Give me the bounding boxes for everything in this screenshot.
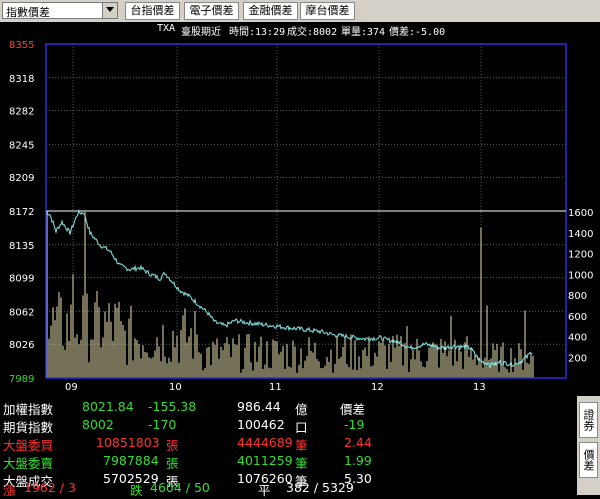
quote-info-line: TXA 臺股期近 時間:13:29 成交:8002 單量:374 價差:-5.0… bbox=[0, 22, 600, 38]
time-tick-label: 13 bbox=[473, 382, 486, 393]
price-tick-label: 8318 bbox=[9, 74, 34, 85]
volume-bars bbox=[46, 212, 534, 378]
down-value: 4604 / 50 bbox=[150, 480, 210, 495]
chevron-down-icon[interactable] bbox=[102, 3, 117, 18]
price-tick-label: 7989 bbox=[9, 374, 34, 385]
row-value: 7987884 bbox=[103, 453, 159, 468]
advance-decline-row: 漲 1962 / 3 跌 4604 / 50 平 382 / 5329 bbox=[0, 480, 575, 498]
bid-row: 大盤委買 10851803 張 4444689 筆 2.44 bbox=[0, 435, 575, 453]
row-change: -170 bbox=[148, 417, 177, 432]
down-label: 跌 bbox=[130, 483, 143, 498]
price-tick-label: 8282 bbox=[9, 107, 34, 118]
time-tick-label: 11 bbox=[269, 382, 282, 393]
row-unit: 筆 bbox=[295, 438, 308, 453]
row-value: 10851803 bbox=[96, 435, 160, 450]
taiex-spread-button[interactable]: 台指價差 bbox=[125, 2, 180, 20]
row-change: -155.38 bbox=[148, 399, 197, 414]
volume-tick-label: 800 bbox=[568, 291, 587, 302]
dropdown-value: 指數價差 bbox=[6, 6, 50, 19]
time-tick-label: 09 bbox=[65, 382, 78, 393]
volume-tick-label: 1200 bbox=[568, 250, 593, 261]
row-amount: 986.44 bbox=[237, 399, 281, 414]
price-tick-label: 8062 bbox=[9, 307, 34, 318]
volume-tick-label: 1000 bbox=[568, 270, 593, 281]
price-tick-label: 8026 bbox=[9, 340, 34, 351]
volume-tick-label: 1400 bbox=[568, 229, 593, 240]
intraday-chart: 8355 8318 8282 8245 8209 8172 8135 8099 8062 8026… bbox=[9, 40, 593, 393]
time-tick-label: 12 bbox=[371, 382, 384, 393]
flat-value: 382 / 5329 bbox=[286, 480, 354, 495]
right-tab-strip: 證券 價差 bbox=[577, 396, 600, 495]
row-label: 大盤委賣 bbox=[3, 456, 54, 471]
row-ratio: 1.99 bbox=[344, 453, 372, 468]
price-tick-label: 8172 bbox=[9, 207, 34, 218]
row-unit: 張 bbox=[166, 438, 179, 453]
time-tick-label: 10 bbox=[169, 382, 182, 393]
futures-row: 期貨指數 8002 -170 100462 口 -19 bbox=[0, 417, 575, 435]
finance-spread-button[interactable]: 金融價差 bbox=[243, 2, 298, 20]
row-unit: 張 bbox=[166, 456, 179, 471]
row-label: 大盤委買 bbox=[3, 438, 54, 453]
tab-spread[interactable]: 價差 bbox=[579, 442, 598, 478]
volume-tick-label: 400 bbox=[568, 333, 587, 344]
volume-tick-label: 200 bbox=[568, 353, 587, 364]
electronics-spread-button[interactable]: 電子價差 bbox=[184, 2, 239, 20]
row-value: 8002 bbox=[82, 417, 114, 432]
up-value: 1962 / 3 bbox=[24, 480, 76, 495]
row-amount: 4444689 bbox=[237, 435, 293, 450]
volume-axis: 1600 1400 1200 1000 800 600 400 200 bbox=[568, 208, 593, 364]
market-summary-panel: 加權指數 8021.84 -155.38 986.44 億 價差 期貨指數 80… bbox=[0, 396, 575, 498]
ask-row: 大盤委賣 7987884 張 4011259 筆 1.99 bbox=[0, 453, 575, 471]
row-label: 期貨指數 bbox=[3, 420, 54, 435]
row-amount: 4011259 bbox=[237, 453, 293, 468]
row-spread-label: 價差 bbox=[340, 402, 366, 417]
taiex-row: 加權指數 8021.84 -155.38 986.44 億 價差 bbox=[0, 399, 575, 417]
toolbar: 指數價差 台指價差 電子價差 金融價差 摩台價差 bbox=[0, 0, 600, 22]
row-label: 加權指數 bbox=[3, 402, 54, 417]
volume-tick-label: 600 bbox=[568, 312, 587, 323]
row-unit: 億 bbox=[295, 402, 308, 417]
time-axis: 09 10 11 12 13 bbox=[65, 382, 486, 393]
symbol-text: TXA bbox=[157, 23, 176, 34]
row-unit: 口 bbox=[295, 420, 308, 435]
tab-securities[interactable]: 證券 bbox=[579, 402, 598, 438]
up-label: 漲 bbox=[3, 483, 16, 498]
volume-tick-label: 1600 bbox=[568, 208, 593, 219]
row-ratio: 2.44 bbox=[344, 435, 372, 450]
index-spread-dropdown[interactable]: 指數價差 bbox=[2, 2, 118, 19]
price-axis: 8355 8318 8282 8245 8209 8172 8135 8099 8062 8026… bbox=[9, 40, 34, 385]
price-tick-label: 8355 bbox=[9, 40, 34, 51]
price-tick-label: 8209 bbox=[9, 173, 34, 184]
msci-spread-button[interactable]: 摩台價差 bbox=[300, 2, 355, 20]
row-amount: 100462 bbox=[237, 417, 285, 432]
price-tick-label: 8245 bbox=[9, 140, 34, 151]
flat-label: 平 bbox=[258, 483, 271, 498]
price-tick-label: 8135 bbox=[9, 241, 34, 252]
row-value: 8021.84 bbox=[82, 399, 134, 414]
row-spread-value: -19 bbox=[344, 417, 365, 432]
price-tick-label: 8099 bbox=[9, 274, 34, 285]
row-unit: 筆 bbox=[295, 456, 308, 471]
